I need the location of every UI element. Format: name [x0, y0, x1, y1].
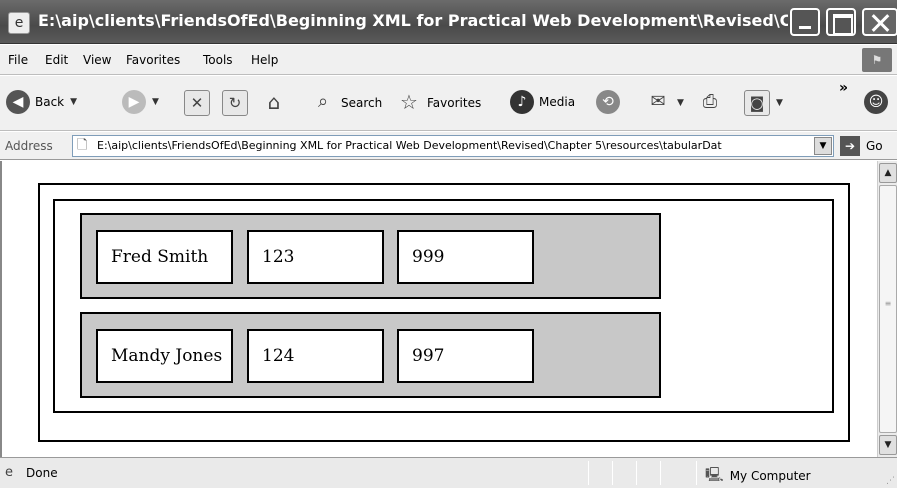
stop-icon: ✕: [184, 90, 210, 116]
refresh-button[interactable]: ↻: [222, 90, 248, 116]
media-label: Media: [539, 95, 576, 109]
menu-tools[interactable]: Tools: [203, 53, 233, 67]
messenger-button[interactable]: ☺: [864, 90, 888, 114]
address-bar: Address 🗋 E:\aip\clients\FriendsOfEd\Beg…: [0, 132, 897, 160]
media-button[interactable]: ♪ Media: [510, 90, 575, 114]
edit-dropdown-icon[interactable]: ▼: [776, 98, 783, 108]
close-button[interactable]: [862, 8, 897, 36]
back-button[interactable]: ◀ Back ▼: [6, 90, 77, 114]
menu-bar: File Edit View Favorites Tools Help ⚑: [0, 45, 897, 75]
back-label: Back: [35, 95, 65, 109]
table-row: Mandy Jones 124 997: [80, 312, 661, 398]
history-button[interactable]: ⟲: [596, 90, 620, 114]
stop-button[interactable]: ✕: [184, 90, 210, 116]
mail-dropdown-icon[interactable]: ▼: [677, 98, 684, 108]
status-text: Done: [26, 466, 58, 480]
go-button[interactable]: ➔ Go: [840, 136, 883, 156]
star-icon: ☆: [400, 90, 418, 114]
go-arrow-icon: ➔: [840, 136, 860, 156]
status-divider: [660, 461, 661, 485]
history-icon: ⟲: [596, 90, 620, 114]
menu-help[interactable]: Help: [251, 53, 278, 67]
scroll-up-arrow-icon[interactable]: ▲: [879, 163, 897, 183]
windows-flag-icon: ⚑: [862, 48, 892, 72]
search-button[interactable]: ⌕ Search: [310, 90, 382, 116]
status-bar: e Done 🖳 My Computer ⋰: [0, 457, 897, 488]
table-cell-name: Fred Smith: [96, 230, 233, 284]
menu-file[interactable]: File: [8, 53, 28, 67]
table-cell-id: 123: [247, 230, 384, 284]
address-label: Address: [5, 139, 53, 153]
print-button[interactable]: ⎙: [697, 90, 723, 116]
go-label: Go: [866, 139, 883, 153]
table-cell-name: Mandy Jones: [96, 329, 233, 383]
status-divider: [612, 461, 613, 485]
toolbar-overflow-button[interactable]: »: [834, 80, 848, 96]
ie-page-icon: e: [8, 12, 30, 34]
overflow-chevron-icon: »: [839, 80, 849, 96]
search-label: Search: [341, 96, 383, 110]
menu-favorites[interactable]: Favorites: [126, 53, 180, 67]
table-cell-id: 124: [247, 329, 384, 383]
table-cell-value: 997: [397, 329, 534, 383]
media-icon: ♪: [510, 90, 534, 114]
scroll-down-arrow-icon[interactable]: ▼: [879, 435, 897, 455]
mail-button[interactable]: ✉ ▼: [645, 90, 684, 116]
title-bar: e E:\aip\clients\FriendsOfEd\Beginning X…: [0, 0, 897, 44]
home-button[interactable]: ⌂: [261, 90, 287, 116]
messenger-icon: ☺: [864, 90, 888, 114]
resize-grip-icon[interactable]: ⋰: [886, 476, 895, 486]
window-title: E:\aip\clients\FriendsOfEd\Beginning XML…: [38, 11, 788, 30]
back-dropdown-icon[interactable]: ▼: [70, 97, 77, 107]
forward-dropdown-icon[interactable]: ▼: [152, 97, 159, 107]
menu-view[interactable]: View: [83, 53, 111, 67]
minimize-button[interactable]: [790, 8, 820, 36]
forward-button[interactable]: ▶ ▼: [122, 90, 159, 114]
status-divider: [636, 461, 637, 485]
scroll-thumb[interactable]: ≡: [879, 185, 897, 433]
maximize-button[interactable]: [826, 8, 856, 36]
zone-label: My Computer: [729, 469, 811, 483]
table-cell-value: 999: [397, 230, 534, 284]
search-icon: ⌕: [317, 91, 329, 112]
page-icon: 🗋: [77, 138, 88, 153]
favorites-button[interactable]: ☆ Favorites: [396, 90, 481, 116]
home-icon: ⌂: [267, 90, 281, 114]
edit-page-icon: ◙: [744, 90, 770, 116]
menu-edit[interactable]: Edit: [45, 53, 68, 67]
ie-status-icon: e: [5, 465, 13, 480]
table-row: Fred Smith 123 999: [80, 213, 661, 299]
status-divider: [696, 461, 697, 485]
security-zone: 🖳 My Computer: [705, 464, 811, 488]
standard-toolbar: ◀ Back ▼ ▶ ▼ ✕ ↻ ⌂ ⌕ Search ☆ Favorites …: [0, 76, 897, 131]
address-dropdown-icon[interactable]: ▼: [814, 137, 832, 155]
forward-arrow-icon: ▶: [122, 90, 146, 114]
edit-button[interactable]: ◙ ▼: [744, 90, 783, 116]
status-divider: [588, 461, 589, 485]
print-icon: ⎙: [702, 91, 718, 112]
refresh-icon: ↻: [222, 90, 248, 116]
favorites-label: Favorites: [427, 96, 482, 110]
mail-icon: ✉: [650, 91, 666, 112]
back-arrow-icon: ◀: [6, 90, 30, 114]
address-input[interactable]: E:\aip\clients\FriendsOfEd\Beginning XML…: [97, 139, 813, 155]
computer-icon: 🖳: [705, 467, 724, 483]
vertical-scrollbar[interactable]: ▲ ≡ ▼: [877, 161, 897, 457]
address-field[interactable]: 🗋 E:\aip\clients\FriendsOfEd\Beginning X…: [72, 135, 834, 157]
